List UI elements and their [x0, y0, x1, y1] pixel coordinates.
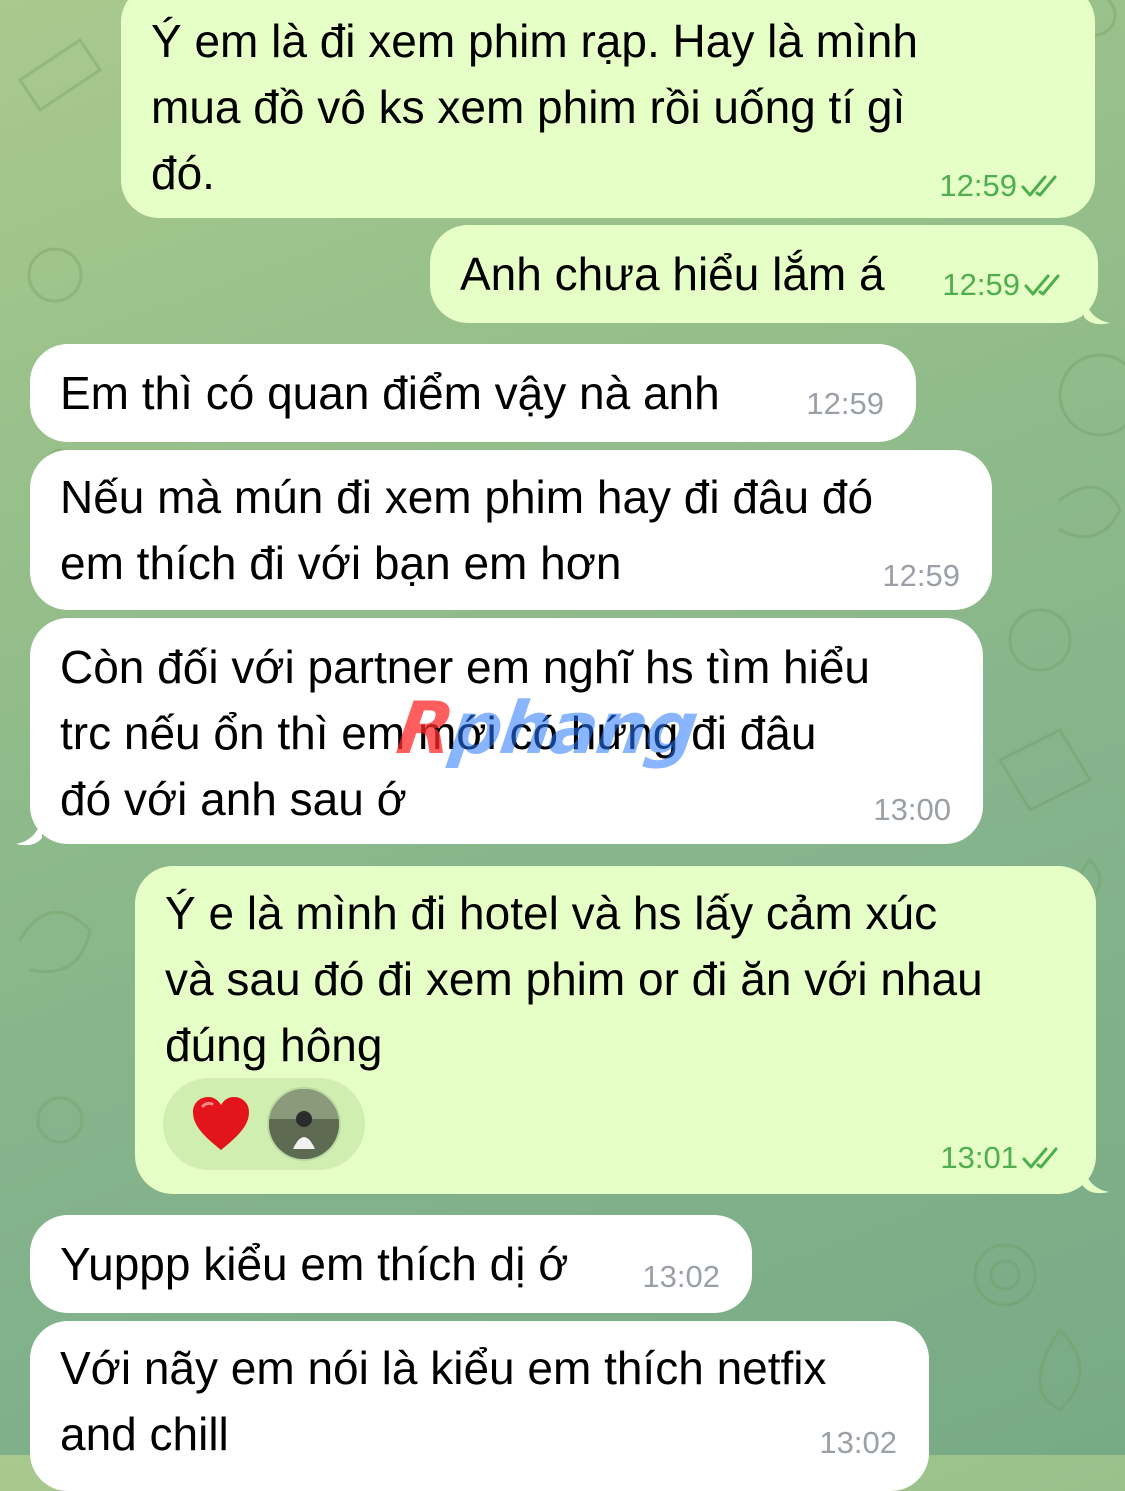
- watermark-rest: phang: [445, 686, 702, 770]
- double-check-icon: [1024, 274, 1060, 296]
- message-bubble-outgoing[interactable]: Ý e là mình đi hotel và hs lấy cảm xúc v…: [135, 866, 1096, 1194]
- message-meta: 12:59: [939, 168, 1067, 204]
- message-bubble-incoming[interactable]: Nếu mà mún đi xem phim hay đi đâu đó em …: [30, 450, 992, 610]
- message-time: 13:00: [873, 792, 951, 827]
- avatar-photo: [269, 1089, 339, 1159]
- message-text: Yuppp kiểu em thích dị ớ: [60, 1238, 569, 1290]
- message-meta: 13:01: [940, 1140, 1068, 1176]
- message-text: Nếu mà mún đi xem phim hay đi đâu đó em …: [60, 471, 874, 589]
- message-meta: 13:00: [873, 792, 951, 828]
- message-bubble-incoming[interactable]: Yuppp kiểu em thích dị ớ 13:02: [30, 1215, 752, 1313]
- double-check-icon: [1021, 175, 1057, 197]
- message-time: 13:01: [940, 1140, 1018, 1175]
- message-text: Ý e là mình đi hotel và hs lấy cảm xúc v…: [165, 887, 983, 1071]
- message-bubble-incoming[interactable]: Với nãy em nói là kiểu em thích netfix a…: [30, 1321, 929, 1491]
- message-time: 12:59: [882, 558, 960, 593]
- bubble-tail: [16, 816, 42, 846]
- bubble-tail: [1083, 1164, 1109, 1194]
- message-reactions[interactable]: [163, 1078, 365, 1170]
- message-time: 13:02: [819, 1425, 897, 1460]
- double-check-icon: [1022, 1147, 1058, 1169]
- message-bubble-outgoing[interactable]: Anh chưa hiểu lắm á 12:59: [430, 225, 1098, 323]
- message-bubble-incoming[interactable]: Em thì có quan điểm vậy nà anh 12:59: [30, 344, 916, 442]
- reactor-avatar[interactable]: [267, 1087, 341, 1161]
- heart-icon[interactable]: [191, 1096, 251, 1152]
- message-time: 12:59: [939, 168, 1017, 203]
- message-time: 13:02: [642, 1259, 720, 1294]
- message-meta: 12:59: [882, 558, 960, 594]
- message-text: Với nãy em nói là kiểu em thích netfix a…: [60, 1342, 827, 1460]
- message-meta: 12:59: [942, 267, 1070, 303]
- message-text: Em thì có quan điểm vậy nà anh: [60, 367, 720, 419]
- message-meta: 13:02: [642, 1259, 720, 1295]
- message-bubble-outgoing[interactable]: Ý em là đi xem phim rạp. Hay là mình mua…: [121, 0, 1095, 218]
- message-text: Ý em là đi xem phim rạp. Hay là mình mua…: [151, 15, 918, 199]
- message-time: 12:59: [806, 386, 884, 421]
- message-time: 12:59: [942, 267, 1020, 302]
- message-meta: 12:59: [806, 386, 884, 422]
- message-meta: 13:02: [819, 1425, 897, 1461]
- watermark-logo: Rphang: [392, 686, 702, 770]
- bubble-tail: [1084, 295, 1110, 325]
